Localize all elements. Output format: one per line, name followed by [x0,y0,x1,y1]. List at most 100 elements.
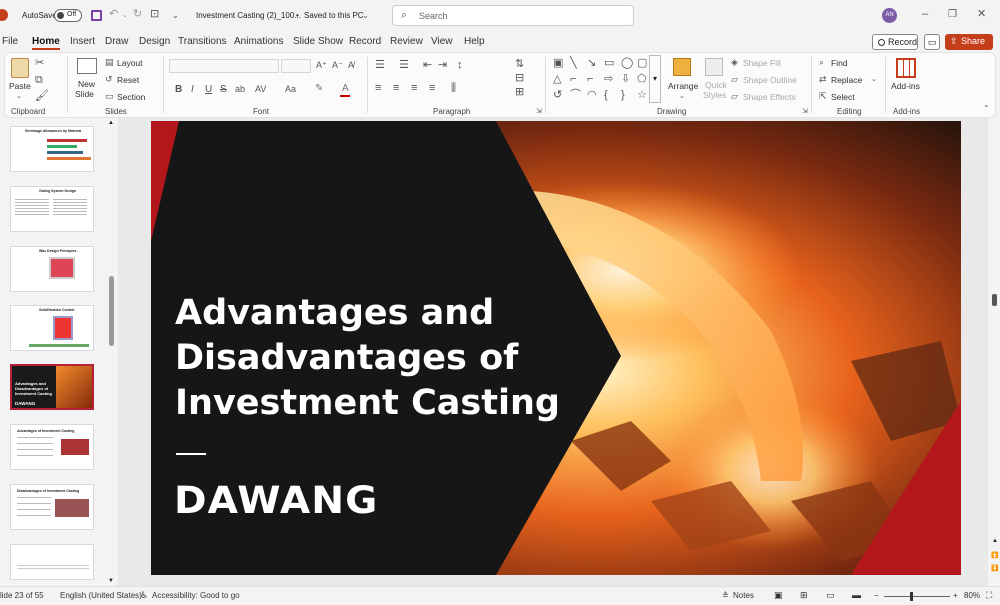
tab-insert[interactable]: Insert [70,36,95,47]
tab-file[interactable]: File [2,36,18,47]
editor-vertical-scrollbar[interactable]: ▲ ⏫ ⏬ [990,118,1000,586]
slide-thumbnail[interactable]: Wax Design Principles [10,246,94,292]
zoom-level[interactable]: 80% [964,591,980,600]
slide-thumbnail[interactable]: Gating System Design [10,186,94,232]
shape-outline-button[interactable]: Shape Outline [743,75,797,85]
zoom-in-icon[interactable]: + [953,591,958,600]
slide-title[interactable]: Advantages and Disadvantages of Investme… [175,291,595,426]
share-button[interactable]: ⇪ Share [945,34,993,50]
find-button[interactable]: Find [831,58,848,68]
tab-home[interactable]: Home [32,36,60,50]
slide-thumbnail[interactable]: Shrinkage Allowances by Material [10,126,94,172]
slide-canvas[interactable]: Advantages and Disadvantages of Investme… [151,121,961,575]
new-slide-button-line2[interactable]: Slide [75,89,94,99]
arrange-button[interactable]: Arrange [668,81,698,91]
new-slide-button[interactable]: New [78,79,95,89]
slide-thumbnail[interactable]: Advantages of Investment Casting [10,424,94,470]
align-center-icon[interactable]: ≡ [393,83,399,94]
pentagon-shape-icon[interactable]: ⬠ [637,74,647,85]
line-shape-icon[interactable]: ╲ [570,58,577,69]
zoom-out-icon[interactable]: − [874,591,879,600]
format-painter-icon[interactable]: 🖌 [35,91,49,102]
zoom-slider[interactable] [884,592,950,601]
slide-thumbnail-active[interactable]: Advantages and Disadvantages of Investme… [10,364,94,410]
replace-dropdown-icon[interactable]: ⌄ [871,74,877,85]
paste-icon[interactable] [11,58,29,78]
strikethrough-icon[interactable]: S [220,84,227,95]
thumbnail-scrollbar[interactable]: ▲ ▼ [108,120,114,584]
document-title[interactable]: Investment Casting (2)_100... [196,11,301,20]
paste-button[interactable]: Paste [9,81,31,91]
paste-dropdown-icon[interactable]: ⌄ [16,91,22,102]
reset-button[interactable]: Reset [117,75,139,85]
font-size-select[interactable] [281,59,311,73]
textbox-shape-icon[interactable]: ▣ [553,58,563,69]
undo-icon[interactable]: ↶ [109,9,118,20]
slide-thumbnail[interactable]: Disadvantages of Investment Casting [10,484,94,530]
paragraph-launcher-icon[interactable]: ⇲ [536,106,542,117]
presentation-icon[interactable]: ⊡ [150,9,159,20]
elbow-connector-icon[interactable]: ⌐ [570,74,576,85]
arrange-dropdown-icon[interactable]: ⌄ [679,91,685,102]
rounded-rect-shape-icon[interactable]: ▢ [637,58,647,69]
clear-formatting-icon[interactable]: A̸ [348,60,354,71]
increase-font-size-icon[interactable]: A⁺ [316,60,327,71]
increase-indent-icon[interactable]: ⇥ [438,60,447,71]
normal-view-icon[interactable]: ▣ [774,590,783,601]
oval-shape-icon[interactable]: ◯ [621,58,633,69]
slide-thumbnail[interactable] [10,544,94,580]
highlight-icon[interactable]: ✎ [315,83,323,94]
freeform-shape-icon[interactable]: ↺ [553,90,562,101]
line-spacing-icon[interactable]: ↕ [457,60,463,71]
redo-icon[interactable]: ↻ [133,9,142,20]
cut-icon[interactable]: ✂ [35,58,44,69]
align-right-icon[interactable]: ≡ [411,83,417,94]
shape-fill-button[interactable]: Shape Fill [743,58,781,68]
fit-to-window-icon[interactable]: ⛶ [986,590,992,601]
font-name-select[interactable] [169,59,279,73]
new-slide-icon[interactable] [77,58,97,74]
slide-thumbnail[interactable]: Solidification Control [10,305,94,351]
character-spacing-icon[interactable]: AV [255,84,266,95]
triangle-shape-icon[interactable]: △ [553,74,561,85]
slide-counter[interactable]: lide 23 of 55 [0,591,44,600]
smartart-icon[interactable]: ⊞ [515,87,524,98]
quick-styles-icon[interactable] [705,58,723,76]
shape-effects-icon[interactable]: ▱ [731,91,738,102]
restore-icon[interactable]: ❐ [948,9,957,20]
right-arrow-shape-icon[interactable]: ⇨ [604,74,613,85]
tab-animations[interactable]: Animations [234,36,283,47]
scroll-down-icon[interactable]: ▼ [108,578,114,584]
zoom-slider-thumb[interactable] [910,592,913,601]
section-button[interactable]: Section [117,92,145,102]
replace-icon[interactable]: ⇄ [819,74,827,85]
search-box[interactable]: ⌕ Search [392,5,634,26]
change-case-icon[interactable]: Aa [285,84,296,95]
underline-icon[interactable]: U [205,84,212,95]
align-left-icon[interactable]: ≡ [375,83,381,94]
copy-icon[interactable]: ⧉ [35,75,43,86]
add-ins-button[interactable]: Add-ins [891,81,920,91]
arrow-shape-icon[interactable]: ↘ [587,58,596,69]
replace-button[interactable]: Replace [831,75,862,85]
slideshow-view-icon[interactable]: ▬ [852,590,861,600]
undo-dropdown-icon[interactable]: ⌄ [122,10,128,21]
align-text-icon[interactable]: ⊟ [515,73,524,84]
section-icon[interactable]: ▭ [105,91,114,102]
tab-design[interactable]: Design [139,36,170,47]
italic-icon[interactable]: I [191,84,194,95]
down-arrow-shape-icon[interactable]: ⇩ [621,74,630,85]
scroll-thumb[interactable] [109,276,114,346]
save-status-chevron-icon[interactable]: ⌄ [362,10,369,21]
save-status[interactable]: Saved to this PC [304,11,364,20]
language-indicator[interactable]: English (United States) [60,591,142,600]
shapes-gallery-more[interactable]: ▾ [649,55,661,103]
scroll-up-icon[interactable]: ▲ [108,120,114,126]
slide-sorter-icon[interactable]: ⊞ [800,590,808,601]
layout-icon[interactable]: ▤ [105,57,114,68]
tab-review[interactable]: Review [390,36,423,47]
tab-view[interactable]: View [431,36,453,47]
next-slide-icon[interactable]: ⏬ [991,565,998,572]
avatar[interactable]: AN [882,8,897,23]
quick-styles-button-line2[interactable]: Styles [703,90,726,100]
